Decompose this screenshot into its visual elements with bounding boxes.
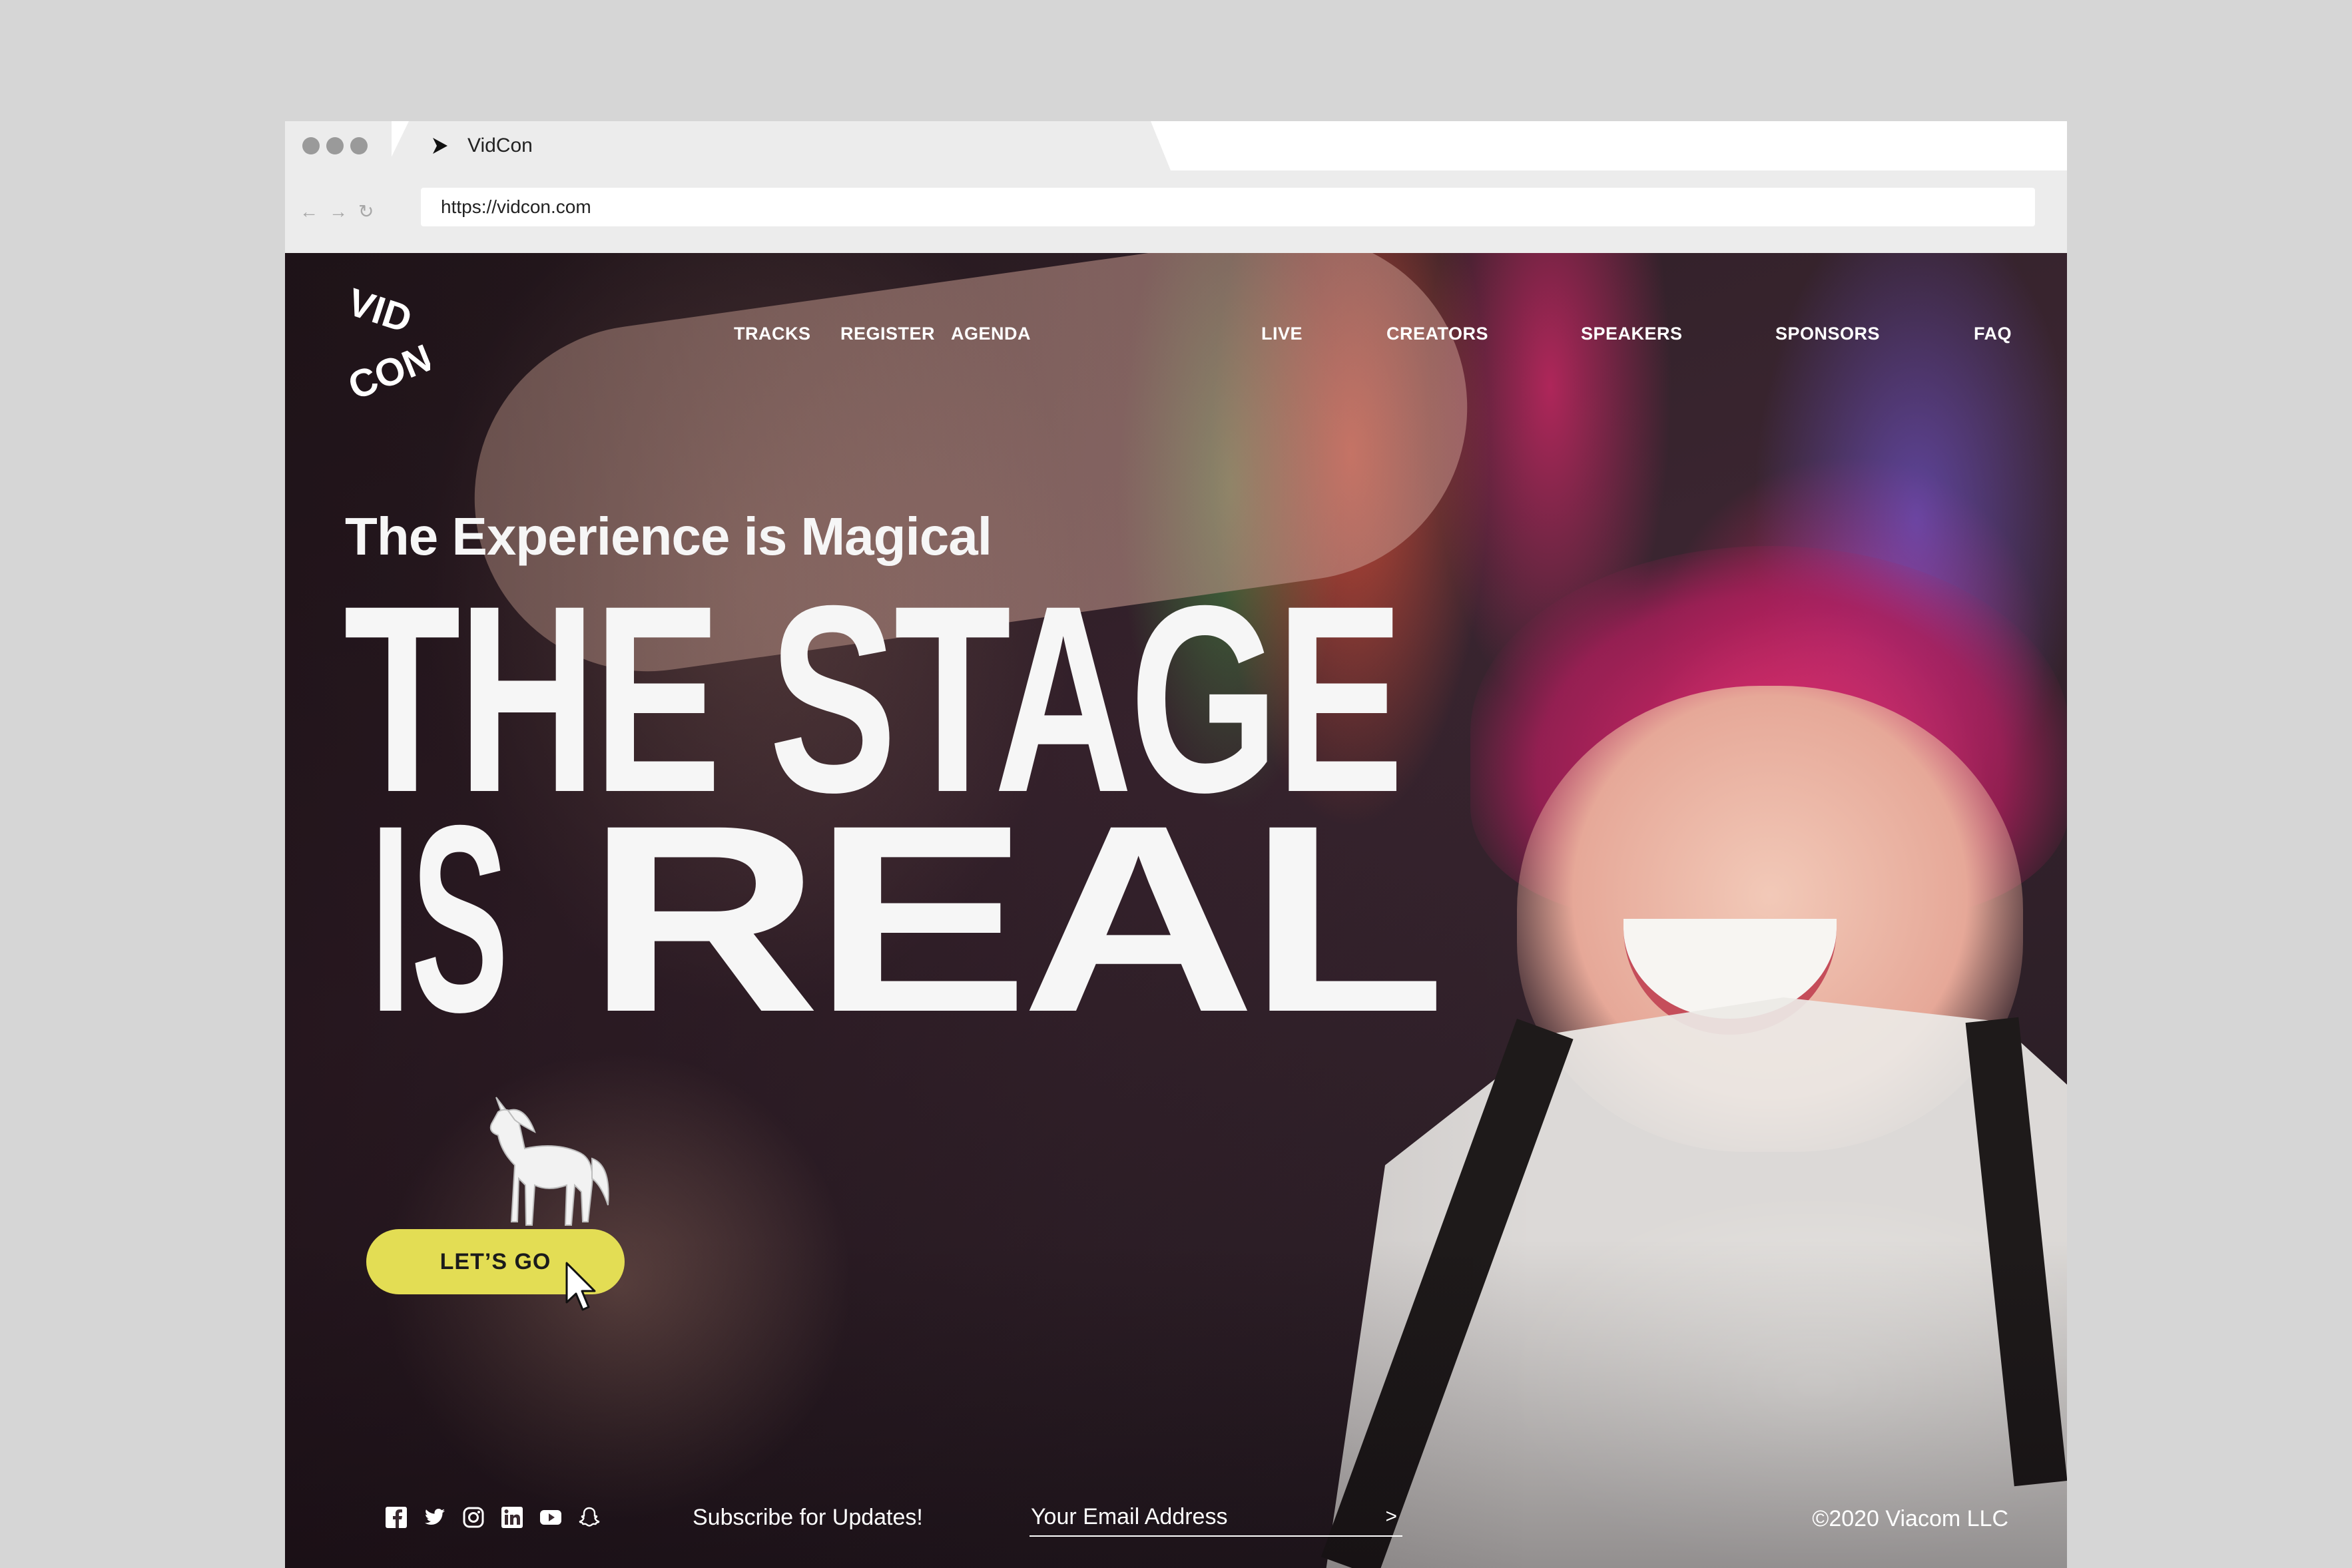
- svg-text:CON: CON: [344, 336, 430, 407]
- tab-bar: VidCon: [285, 121, 2067, 170]
- tab-title: VidCon: [467, 134, 533, 156]
- window-dot-icon[interactable]: [302, 137, 320, 154]
- page-viewport: VID CON TRACKS REGISTER AGENDA LIVE CREA…: [285, 253, 2067, 1568]
- hero-headline-real: REAL: [586, 770, 1446, 1067]
- subscribe-submit-button[interactable]: >: [1385, 1503, 1397, 1530]
- nav-item-creators[interactable]: CREATORS: [1386, 324, 1488, 344]
- nav-item-register[interactable]: REGISTER: [840, 324, 935, 344]
- instagram-icon[interactable]: [462, 1506, 485, 1529]
- nav-item-speakers[interactable]: SPEAKERS: [1581, 324, 1683, 344]
- social-links: [385, 1506, 601, 1529]
- mouse-pointer-icon: [565, 1262, 596, 1311]
- twitter-icon[interactable]: [424, 1506, 446, 1529]
- linkedin-icon[interactable]: [501, 1506, 523, 1529]
- email-field[interactable]: [1029, 1498, 1352, 1535]
- subscribe-label: Subscribe for Updates!: [693, 1505, 923, 1530]
- facebook-icon[interactable]: [385, 1506, 408, 1529]
- snapchat-icon[interactable]: [578, 1506, 601, 1529]
- window-dot-icon[interactable]: [326, 137, 344, 154]
- hero-headline-is: IS: [370, 770, 509, 1067]
- nav-item-live[interactable]: LIVE: [1261, 324, 1303, 344]
- back-arrow-icon[interactable]: ←: [300, 198, 318, 225]
- svg-text:VID: VID: [344, 281, 417, 342]
- copyright-text: ©2020 Viacom LLC: [1812, 1506, 2008, 1531]
- youtube-icon[interactable]: [539, 1506, 562, 1529]
- reload-icon[interactable]: ↻: [358, 198, 374, 225]
- window-dot-icon[interactable]: [350, 137, 368, 154]
- nav-item-sponsors[interactable]: SPONSORS: [1775, 324, 1880, 344]
- nav-item-faq[interactable]: FAQ: [1974, 324, 2012, 344]
- vidcon-favicon-icon: [433, 138, 447, 154]
- browser-window: VidCon ← → ↻ https://vidcon.com VID CON …: [285, 121, 2067, 1568]
- email-field-wrap: >: [1029, 1498, 1402, 1537]
- address-bar-row: ← → ↻ https://vidcon.com: [285, 170, 2067, 253]
- vidcon-logo[interactable]: VID CON: [344, 281, 430, 407]
- nav-item-tracks[interactable]: TRACKS: [734, 324, 811, 344]
- window-controls[interactable]: [302, 137, 368, 154]
- forward-arrow-icon[interactable]: →: [329, 198, 348, 225]
- url-field[interactable]: https://vidcon.com: [421, 188, 2035, 226]
- nav-item-agenda[interactable]: AGENDA: [951, 324, 1031, 344]
- unicorn-icon: [489, 1097, 609, 1226]
